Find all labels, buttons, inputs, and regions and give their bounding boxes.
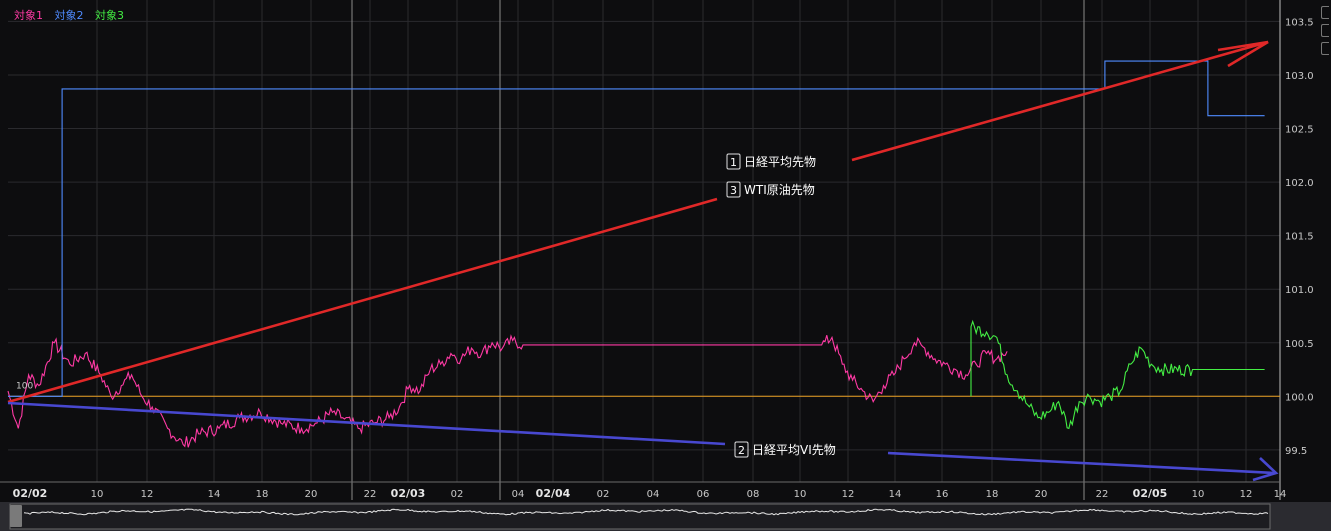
annotation-number: 3	[730, 184, 737, 197]
x-tick-label: 10	[91, 489, 104, 500]
annotations: 1 日経平均先物 3 WTI原油先物 2 日経平均VI先物	[726, 153, 836, 458]
legend-item-3: 対象3	[95, 9, 124, 22]
legend-item-2: 対象2	[54, 9, 84, 22]
panel-control-1[interactable]	[1321, 6, 1329, 19]
y-tick-label: 103.5	[1285, 17, 1314, 28]
series-lines	[7, 60, 1265, 448]
y-tick-label: 100.0	[1285, 392, 1314, 403]
x-tick-label: 22	[364, 489, 377, 500]
x-tick-label: 12	[141, 489, 154, 500]
legend: 対象1 対象2 対象3	[14, 7, 132, 23]
x-tick-label: 04	[512, 489, 525, 500]
x-tick-label: 06	[697, 489, 710, 500]
x-tick-label: 16	[936, 489, 949, 500]
annotation-number: 1	[730, 156, 737, 169]
x-tick-label: 12	[842, 489, 855, 500]
blue-arrow-head	[1252, 457, 1279, 482]
blue-arrow-seg-1	[7, 401, 726, 446]
x-tick-label: 08	[747, 489, 760, 500]
annotation-number: 2	[738, 444, 745, 457]
x-tick-label: 14	[889, 489, 902, 500]
series-line-2	[8, 60, 1265, 397]
trend-arrows	[7, 40, 1279, 482]
x-tick-label: 14	[208, 489, 221, 500]
x-tick-label: 20	[1035, 489, 1048, 500]
x-tick-label: 20	[305, 489, 318, 500]
navigator-strip[interactable]	[0, 502, 1331, 531]
navigator-handle	[10, 505, 22, 527]
blue-arrow-seg-2	[887, 451, 1276, 475]
y-tick-label: 101.5	[1285, 232, 1314, 243]
x-tick-label: 10	[794, 489, 807, 500]
y-tick-label: 99.5	[1285, 446, 1307, 457]
x-tick-label: 14	[1274, 489, 1287, 500]
y-tick-label: 102.5	[1285, 125, 1314, 136]
annotation-label: WTI原油先物	[744, 183, 815, 197]
x-axis: 02/02 10 12 14 18 20 22 02/03 02 04 02/04 02 04 06 08 1…	[13, 487, 1287, 500]
annotation-label: 日経平均先物	[744, 155, 816, 169]
x-tick-label: 22	[1096, 489, 1109, 500]
y-tick-label: 103.0	[1285, 71, 1314, 82]
y-tick-label: 100.5	[1285, 339, 1314, 350]
x-tick-label: 18	[986, 489, 999, 500]
grid-lines	[0, 0, 1281, 500]
annotation-label: 日経平均VI先物	[752, 443, 836, 457]
x-tick-label: 02/03	[391, 487, 426, 500]
red-arrow-seg-1	[7, 197, 718, 404]
x-tick-label: 02/05	[1133, 487, 1168, 500]
panel-control-3[interactable]	[1321, 42, 1329, 55]
chart-canvas: 103.5 103.0 102.5 102.0 101.5 101.0 100.5 100.0…	[0, 0, 1331, 531]
x-tick-label: 10	[1192, 489, 1205, 500]
series-line-3	[970, 319, 1265, 430]
x-tick-label: 04	[647, 489, 660, 500]
baseline-label: 100	[16, 381, 33, 391]
x-tick-label: 02/02	[13, 487, 48, 500]
x-tick-label: 18	[256, 489, 269, 500]
x-tick-label: 02	[451, 489, 464, 500]
x-tick-label: 02	[597, 489, 610, 500]
y-tick-label: 102.0	[1285, 178, 1314, 189]
panel-control-2[interactable]	[1321, 24, 1329, 37]
y-tick-label: 101.0	[1285, 285, 1314, 296]
x-tick-label: 12	[1240, 489, 1253, 500]
legend-item-1: 対象1	[14, 9, 43, 22]
red-arrow-seg-2	[851, 40, 1269, 162]
x-tick-label: 02/04	[536, 487, 571, 500]
navigator-window	[9, 503, 1271, 530]
